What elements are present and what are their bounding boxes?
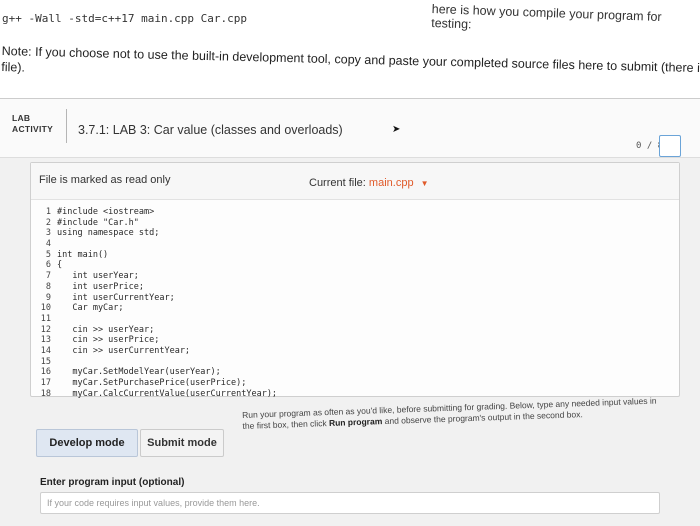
- current-file-selector[interactable]: Current file: main.cpp ▼: [309, 177, 429, 189]
- lab-activity-badge: LAB ACTIVITY: [12, 113, 53, 135]
- lab-header: LAB ACTIVITY 3.7.1: LAB 3: Car value (cl…: [0, 99, 700, 158]
- current-file-label: Current file:: [309, 177, 366, 189]
- program-input-field[interactable]: [40, 492, 660, 514]
- line-number: 13: [40, 335, 51, 346]
- compile-instruction: g++ -Wall -std=c++17 main.cpp Car.cpp he…: [0, 2, 700, 32]
- code-text: int main(): [57, 249, 109, 260]
- code-line: 5 int main(): [37, 250, 277, 261]
- code-line: 9 int userCurrentYear;: [37, 293, 277, 304]
- editor-header: File is marked as read only Current file…: [31, 163, 679, 200]
- line-number: 12: [40, 324, 51, 335]
- code-line: 17 myCar.SetPurchasePrice(userPrice);: [37, 378, 277, 389]
- code-editor[interactable]: File is marked as read only Current file…: [30, 162, 680, 399]
- compile-command: g++ -Wall -std=c++17 main.cpp Car.cpp: [2, 12, 248, 25]
- mode-toggle: Develop mode Submit mode: [30, 424, 230, 457]
- line-number: 6: [45, 260, 51, 271]
- code-line: 1 #include <iostream>: [37, 207, 277, 218]
- code-text: using namespace std;: [57, 228, 160, 239]
- code-text: #include "Car.h": [57, 217, 139, 228]
- upload-note: Note: If you choose not to use the built…: [0, 40, 700, 93]
- note-line-1: Note: If you choose not to use the built…: [1, 44, 700, 77]
- read-only-notice: File is marked as read only: [39, 174, 171, 186]
- program-input-label: Enter program input (optional): [40, 477, 185, 488]
- code-text: Car myCar;: [57, 303, 124, 314]
- code-line: 18 myCar.CalcCurrentValue(userCurrentYea…: [37, 389, 277, 400]
- code-text: cin >> userPrice;: [57, 335, 160, 346]
- badge-line-1: LAB: [12, 113, 31, 123]
- line-number: 10: [40, 303, 51, 314]
- line-number: 18: [40, 388, 51, 399]
- lab-title: 3.7.1: LAB 3: Car value (classes and ove…: [78, 123, 343, 137]
- completion-checkbox[interactable]: [659, 135, 681, 157]
- code-line: 12 cin >> userYear;: [37, 325, 277, 336]
- note-line-2: file).: [1, 60, 26, 75]
- current-file-name: main.cpp: [368, 177, 414, 189]
- submit-mode-button[interactable]: Submit mode: [140, 429, 224, 457]
- code-text: {: [57, 260, 63, 271]
- code-line: 7 int userYear;: [37, 271, 277, 282]
- code-line: 3 using namespace std;: [37, 228, 277, 239]
- code-line: 11: [37, 314, 277, 325]
- run-program-label: Run program: [328, 416, 383, 428]
- compile-caption: here is how you compile your program for…: [431, 2, 662, 32]
- code-line: 2 #include "Car.h": [37, 218, 277, 229]
- line-number: 4: [45, 239, 51, 250]
- line-number: 7: [45, 271, 51, 282]
- line-number: 17: [40, 378, 51, 388]
- line-number: 9: [45, 292, 51, 303]
- badge-line-2: ACTIVITY: [12, 124, 54, 134]
- code-text: #include <iostream>: [57, 207, 155, 217]
- code-line: 15: [37, 357, 277, 368]
- code-line: 8 int userPrice;: [37, 282, 277, 293]
- line-number: 5: [45, 249, 51, 260]
- code-text: int userYear;: [57, 271, 139, 282]
- code-text: myCar.CalcCurrentValue(userCurrentYear);: [57, 388, 278, 399]
- code-line: 13 cin >> userPrice;: [37, 335, 277, 346]
- code-line: 14 cin >> userCurrentYear;: [37, 346, 277, 357]
- line-number: 11: [40, 313, 51, 324]
- line-number: 14: [40, 345, 51, 356]
- code-line: 4: [37, 239, 277, 250]
- line-number: 8: [45, 281, 51, 292]
- code-line: 16 myCar.SetModelYear(userYear);: [37, 367, 277, 378]
- chevron-down-icon: ▼: [420, 179, 429, 188]
- line-number: 15: [40, 356, 51, 367]
- code-text: myCar.SetPurchasePrice(userPrice);: [57, 378, 247, 388]
- mouse-cursor-icon: ➤: [392, 124, 401, 135]
- line-number: 16: [40, 367, 51, 378]
- develop-mode-button[interactable]: Develop mode: [36, 429, 138, 457]
- code-text: myCar.SetModelYear(userYear);: [57, 367, 221, 378]
- line-number: 1: [45, 207, 51, 217]
- code-area[interactable]: 1 #include <iostream> 2 #include "Car.h" 3 us…: [37, 207, 277, 399]
- header-divider: [66, 109, 67, 143]
- code-text: cin >> userYear;: [57, 324, 155, 335]
- code-text: int userPrice;: [57, 281, 144, 292]
- line-number: 3: [45, 228, 51, 239]
- line-number: 2: [45, 217, 51, 228]
- code-text: int userCurrentYear;: [57, 292, 175, 303]
- code-text: cin >> userCurrentYear;: [57, 345, 191, 356]
- code-line: 10 Car myCar;: [37, 303, 277, 314]
- code-line: 6{: [37, 260, 277, 271]
